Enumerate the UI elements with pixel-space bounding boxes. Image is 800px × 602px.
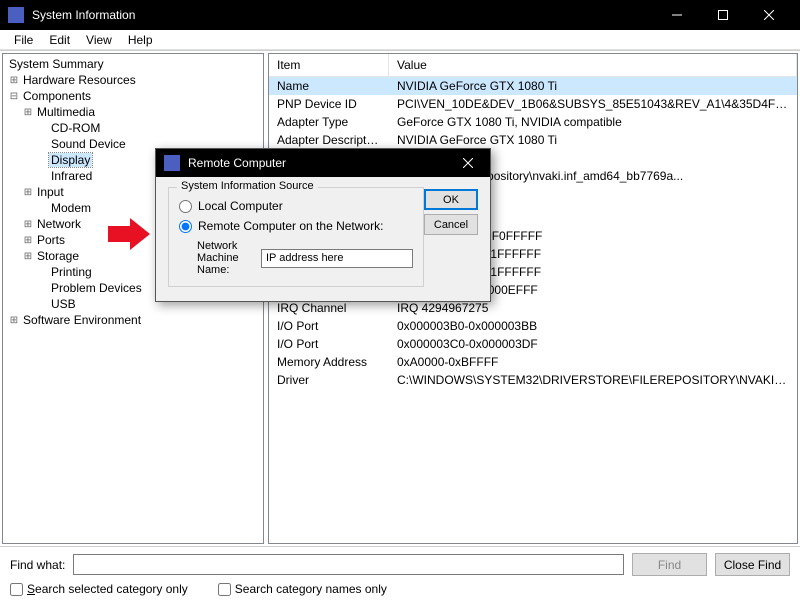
- cell-value: 0xA0000-0xBFFFF: [389, 354, 797, 370]
- cell-value: 0x000003C0-0x000003DF: [389, 336, 797, 352]
- menu-view[interactable]: View: [78, 31, 120, 49]
- local-computer-label: Local Computer: [198, 199, 283, 213]
- remote-computer-dialog: Remote Computer System Information Sourc…: [155, 148, 491, 302]
- tree-modem[interactable]: Modem: [49, 201, 93, 215]
- cell-item: Adapter Description: [269, 132, 389, 148]
- tree-display[interactable]: Display: [49, 153, 92, 167]
- cell-value: IRQ 4294967275: [389, 300, 797, 316]
- expand-icon[interactable]: ⊞: [7, 315, 21, 326]
- cell-value: PCI\VEN_10DE&DEV_1B06&SUBSYS_85E51043&RE…: [389, 96, 797, 112]
- cell-item: Adapter Type: [269, 114, 389, 130]
- window-titlebar: System Information: [0, 0, 800, 30]
- tree-cdrom[interactable]: CD-ROM: [49, 121, 102, 135]
- maximize-button[interactable]: [700, 0, 746, 30]
- search-names-checkbox[interactable]: Search category names only: [218, 582, 387, 596]
- cancel-button[interactable]: Cancel: [424, 214, 478, 235]
- tree-ports[interactable]: Ports: [35, 233, 67, 247]
- tree-components[interactable]: Components: [21, 89, 93, 103]
- list-row[interactable]: Memory Address0xA0000-0xBFFFF: [269, 353, 797, 371]
- cell-value: NVIDIA GeForce GTX 1080 Ti: [389, 78, 797, 94]
- list-row[interactable]: PNP Device IDPCI\VEN_10DE&DEV_1B06&SUBSY…: [269, 95, 797, 113]
- tree-hardware-resources[interactable]: Hardware Resources: [21, 73, 138, 87]
- cell-item: Memory Address: [269, 354, 389, 370]
- tree-input[interactable]: Input: [35, 185, 66, 199]
- cell-value: C:\WINDOWS\SYSTEM32\DRIVERSTORE\FILEREPO…: [389, 372, 797, 388]
- find-bar: Find what: Find Close Find Search select…: [0, 546, 800, 602]
- list-row[interactable]: Adapter TypeGeForce GTX 1080 Ti, NVIDIA …: [269, 113, 797, 131]
- cell-value: 0x000003B0-0x000003BB: [389, 318, 797, 334]
- dialog-titlebar[interactable]: Remote Computer: [156, 149, 490, 177]
- cell-item: Driver: [269, 372, 389, 388]
- menu-edit[interactable]: Edit: [41, 31, 78, 49]
- tree-multimedia[interactable]: Multimedia: [35, 105, 97, 119]
- menu-bar: File Edit View Help: [0, 30, 800, 50]
- tree-printing[interactable]: Printing: [49, 265, 94, 279]
- dialog-close-button[interactable]: [454, 149, 482, 177]
- expand-icon[interactable]: ⊞: [21, 251, 35, 262]
- expand-icon[interactable]: ⊞: [21, 219, 35, 230]
- tree-problem-devices[interactable]: Problem Devices: [49, 281, 144, 295]
- remote-computer-label: Remote Computer on the Network:: [198, 219, 383, 233]
- find-button[interactable]: Find: [632, 553, 707, 576]
- column-item[interactable]: Item: [269, 54, 389, 76]
- app-icon: [8, 7, 24, 23]
- cell-value: GeForce GTX 1080 Ti, NVIDIA compatible: [389, 114, 797, 130]
- expand-icon[interactable]: ⊞: [7, 75, 21, 86]
- expand-icon[interactable]: ⊞: [21, 235, 35, 246]
- network-name-input[interactable]: [261, 249, 413, 268]
- list-row[interactable]: I/O Port0x000003B0-0x000003BB: [269, 317, 797, 335]
- find-what-label: Find what:: [10, 558, 65, 572]
- cell-value: NVIDIA GeForce GTX 1080 Ti: [389, 132, 797, 148]
- annotation-arrow: [108, 218, 150, 250]
- close-find-button[interactable]: Close Find: [715, 553, 790, 576]
- tree-system-summary[interactable]: System Summary: [7, 57, 106, 71]
- dialog-title: Remote Computer: [188, 156, 454, 170]
- local-computer-radio[interactable]: [179, 200, 192, 213]
- source-group: System Information Source Local Computer…: [168, 187, 424, 287]
- menu-help[interactable]: Help: [120, 31, 161, 49]
- expand-icon[interactable]: ⊞: [21, 107, 35, 118]
- list-header: Item Value: [269, 54, 797, 77]
- cell-item: IRQ Channel: [269, 300, 389, 316]
- ok-button[interactable]: OK: [424, 189, 478, 210]
- tree-infrared[interactable]: Infrared: [49, 169, 94, 183]
- list-row[interactable]: NameNVIDIA GeForce GTX 1080 Ti: [269, 77, 797, 95]
- list-row[interactable]: Adapter DescriptionNVIDIA GeForce GTX 10…: [269, 131, 797, 149]
- search-selected-input[interactable]: [10, 583, 23, 596]
- tree-storage[interactable]: Storage: [35, 249, 81, 263]
- tree-network[interactable]: Network: [35, 217, 83, 231]
- cell-item: Name: [269, 78, 389, 94]
- menu-file[interactable]: File: [6, 31, 41, 49]
- search-names-input[interactable]: [218, 583, 231, 596]
- network-name-label: Network Machine Name:: [197, 240, 257, 276]
- tree-software-environment[interactable]: Software Environment: [21, 313, 143, 327]
- remote-computer-radio[interactable]: [179, 220, 192, 233]
- cell-item: I/O Port: [269, 336, 389, 352]
- list-row[interactable]: DriverC:\WINDOWS\SYSTEM32\DRIVERSTORE\FI…: [269, 371, 797, 389]
- column-value[interactable]: Value: [389, 54, 797, 76]
- group-legend: System Information Source: [177, 180, 318, 192]
- close-button[interactable]: [746, 0, 792, 30]
- tree-usb[interactable]: USB: [49, 297, 78, 311]
- cell-item: I/O Port: [269, 318, 389, 334]
- find-input[interactable]: [73, 554, 624, 575]
- minimize-button[interactable]: [654, 0, 700, 30]
- tree-sound-device[interactable]: Sound Device: [49, 137, 128, 151]
- dialog-icon: [164, 155, 180, 171]
- cell-item: PNP Device ID: [269, 96, 389, 112]
- search-selected-checkbox[interactable]: Search selected category only: [10, 582, 188, 596]
- collapse-icon[interactable]: ⊟: [7, 91, 21, 102]
- list-row[interactable]: I/O Port0x000003C0-0x000003DF: [269, 335, 797, 353]
- window-title: System Information: [32, 8, 654, 22]
- expand-icon[interactable]: ⊞: [21, 187, 35, 198]
